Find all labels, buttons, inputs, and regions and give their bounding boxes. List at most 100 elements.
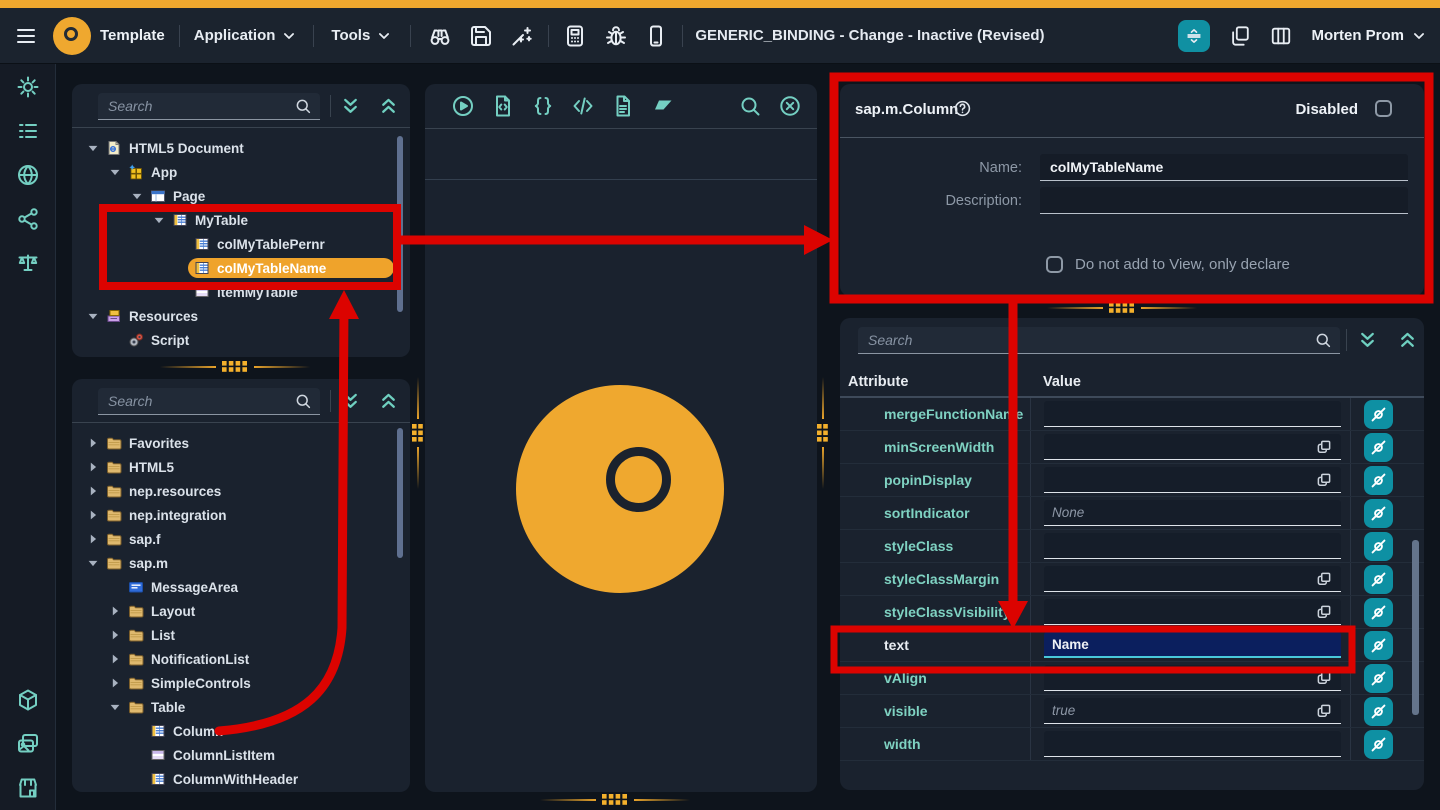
value-help-icon[interactable] — [1315, 603, 1333, 621]
share-icon[interactable] — [16, 207, 40, 231]
binding-button[interactable] — [1364, 729, 1393, 759]
collapse-all-icon[interactable] — [378, 96, 399, 117]
expander-open-icon[interactable] — [108, 700, 122, 714]
expander-closed-icon[interactable] — [108, 676, 122, 690]
tree-item-colMyTableName[interactable]: colMyTableName — [72, 256, 410, 280]
name-field[interactable] — [1040, 154, 1408, 181]
canvas-search-icon[interactable] — [738, 94, 762, 118]
expander-closed-icon[interactable] — [86, 460, 100, 474]
expander-closed-icon[interactable] — [86, 532, 100, 546]
user-menu[interactable]: Morten Prom — [1311, 27, 1426, 44]
mergeFunctionName-value-input[interactable] — [1052, 406, 1333, 421]
popinDisplay-value-input[interactable] — [1052, 472, 1311, 487]
binding-button[interactable] — [1364, 465, 1393, 495]
vAlign-value-input[interactable] — [1052, 670, 1311, 685]
images-icon[interactable] — [16, 732, 40, 756]
tree-item-NotificationList[interactable]: NotificationList — [72, 647, 410, 671]
expander-closed-icon[interactable] — [108, 652, 122, 666]
tree-item-MessageArea[interactable]: MessageArea — [72, 575, 410, 599]
menu-application[interactable]: Application — [194, 27, 297, 44]
styleClass-value-input[interactable] — [1052, 538, 1333, 553]
collapse-all-icon[interactable] — [378, 391, 399, 412]
expander-closed-icon[interactable] — [86, 508, 100, 522]
splitter-handle-left[interactable] — [160, 361, 310, 372]
styleClassMargin-value-input[interactable] — [1052, 571, 1311, 586]
disabled-checkbox[interactable] — [1375, 100, 1392, 117]
document-icon[interactable] — [611, 94, 635, 118]
binding-button[interactable] — [1364, 696, 1393, 726]
binding-button[interactable] — [1364, 597, 1393, 627]
expander-closed-icon[interactable] — [108, 628, 122, 642]
save-icon[interactable] — [469, 24, 493, 48]
expander-closed-icon[interactable] — [108, 604, 122, 618]
description-field[interactable] — [1040, 187, 1408, 214]
sortIndicator-value-input[interactable] — [1052, 505, 1333, 520]
preview-binoculars-icon[interactable] — [428, 24, 452, 48]
globe-icon[interactable] — [16, 163, 40, 187]
binding-button[interactable] — [1364, 498, 1393, 528]
help-icon[interactable] — [953, 99, 972, 118]
tree-item-Script[interactable]: Script — [72, 328, 410, 352]
library-search-input[interactable] — [98, 393, 294, 409]
tree-item-Column[interactable]: Column — [72, 719, 410, 743]
tree-item-HTML5 Document[interactable]: HTML5 Document — [72, 136, 410, 160]
splitter-handle-v2[interactable] — [817, 377, 828, 489]
tree-item-Favorites[interactable]: Favorites — [72, 431, 410, 455]
list-icon[interactable] — [16, 119, 40, 143]
binding-button[interactable] — [1364, 630, 1393, 660]
declare-only-checkbox[interactable] — [1046, 256, 1063, 273]
tree-item-itemMyTable[interactable]: itemMyTable — [72, 280, 410, 304]
expander-open-icon[interactable] — [86, 309, 100, 323]
splitter-handle-right[interactable] — [1047, 302, 1197, 313]
styleClassVisibility-value-input[interactable] — [1052, 604, 1311, 619]
expander-closed-icon[interactable] — [86, 484, 100, 498]
tree-item-Page[interactable]: Page — [72, 184, 410, 208]
code-tag-icon[interactable] — [571, 94, 595, 118]
expander-open-icon[interactable] — [152, 213, 166, 227]
tree-item-HTML5[interactable]: HTML5 — [72, 455, 410, 479]
tree-item-colMyTablePernr[interactable]: colMyTablePernr — [72, 232, 410, 256]
binding-button[interactable] — [1364, 432, 1393, 462]
binding-button[interactable] — [1364, 663, 1393, 693]
tree-item-Layout[interactable]: Layout — [72, 599, 410, 623]
tree-item-ColumnListItem[interactable]: ColumnListItem — [72, 743, 410, 767]
tree-item-ColumnWithHeader[interactable]: ColumnWithHeader — [72, 767, 410, 791]
value-help-icon[interactable] — [1315, 669, 1333, 687]
value-help-icon[interactable] — [1315, 471, 1333, 489]
attributes-search-input[interactable] — [858, 332, 1314, 348]
expander-open-icon[interactable] — [86, 556, 100, 570]
close-circle-icon[interactable] — [778, 94, 802, 118]
tree-item-List[interactable]: List — [72, 623, 410, 647]
binding-button[interactable] — [1364, 531, 1393, 561]
device-preview-icon[interactable] — [563, 24, 587, 48]
tree-item-nep.integration[interactable]: nep.integration — [72, 503, 410, 527]
width-value-input[interactable] — [1052, 736, 1333, 751]
tree-item-App[interactable]: App — [72, 160, 410, 184]
library-scrollbar[interactable] — [397, 428, 403, 558]
binding-button[interactable] — [1364, 399, 1393, 429]
debug-bug-icon[interactable] — [604, 24, 628, 48]
tree-item-Resources[interactable]: Resources — [72, 304, 410, 328]
package-icon[interactable] — [16, 688, 40, 712]
expander-open-icon[interactable] — [108, 165, 122, 179]
expander-open-icon[interactable] — [130, 189, 144, 203]
outline-search-input[interactable] — [98, 98, 294, 114]
expander-open-icon[interactable] — [86, 141, 100, 155]
tree-item-MyTable[interactable]: MyTable — [72, 208, 410, 232]
tree-item-Table[interactable]: Table — [72, 695, 410, 719]
expander-closed-icon[interactable] — [86, 436, 100, 450]
scales-icon[interactable] — [16, 251, 40, 275]
magic-wand-icon[interactable] — [510, 24, 534, 48]
split-view-button[interactable] — [1178, 19, 1211, 52]
text-value-input[interactable] — [1052, 636, 1333, 652]
run-app-icon[interactable] — [451, 94, 475, 118]
settings-gear-icon[interactable] — [16, 75, 40, 99]
expand-all-icon[interactable] — [340, 391, 361, 412]
splitter-handle-v1[interactable] — [412, 377, 423, 489]
expand-all-icon[interactable] — [1357, 330, 1378, 351]
menu-tools[interactable]: Tools — [331, 27, 391, 44]
store-icon[interactable] — [16, 776, 40, 800]
outline-scrollbar[interactable] — [397, 136, 403, 312]
columns-layout-icon[interactable] — [1270, 25, 1292, 47]
tree-item-nep.resources[interactable]: nep.resources — [72, 479, 410, 503]
